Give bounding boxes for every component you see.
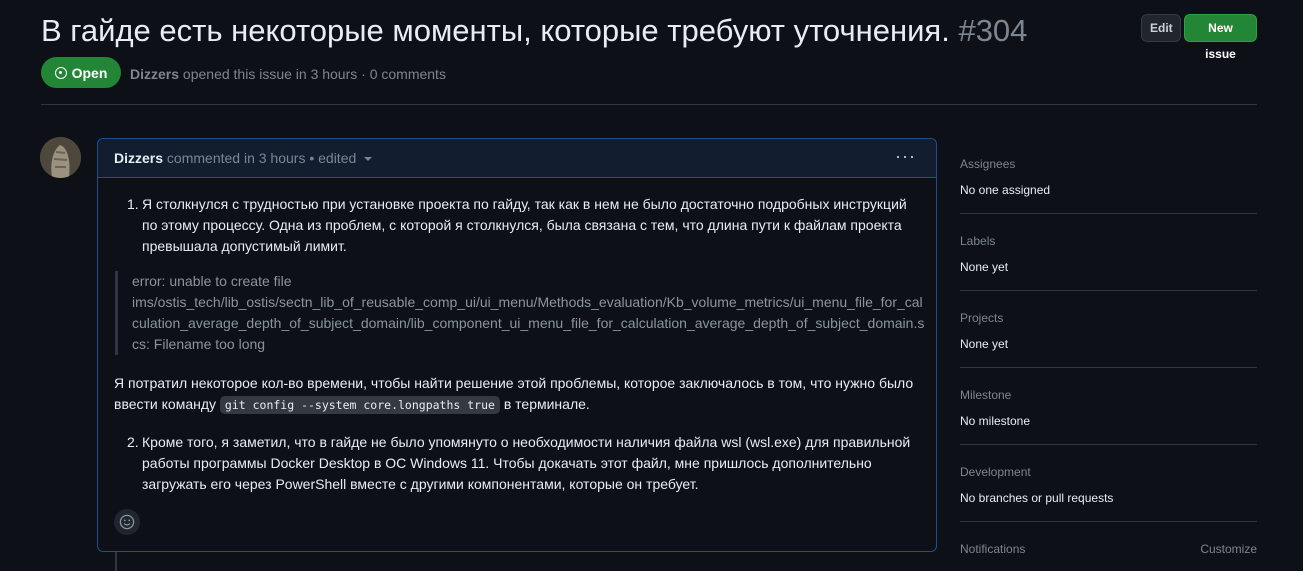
timeline-line [115, 551, 117, 571]
sidebar-assignees: Assignees No one assigned [960, 157, 1257, 214]
paragraph: Я потратил некоторое кол-во времени, что… [114, 373, 924, 416]
quote-line: cs: Filename too long [132, 336, 266, 352]
comment-box: Dizzers commented in 3 hours • edited ··… [97, 138, 937, 552]
header-divider [41, 104, 1257, 105]
comment-header: Dizzers commented in 3 hours • edited ··… [98, 139, 936, 178]
smiley-icon [119, 514, 135, 530]
divider [960, 521, 1257, 522]
quote-line: error: unable to create file [132, 273, 292, 289]
list-item-text: Я столкнулся с трудностью при установке … [142, 196, 907, 254]
list-item-text: Кроме того, я заметил, что в гайде не бы… [142, 434, 911, 492]
inline-code: git config --system core.longpaths true [219, 396, 500, 414]
quote-line: ims/ostis_tech/lib_ostis/sectn_lib_of_re… [132, 294, 923, 310]
sidebar-value-milestone: No milestone [960, 414, 1031, 428]
comment-author-link[interactable]: Dizzers [114, 150, 163, 166]
sidebar-value-labels: None yet [960, 260, 1009, 274]
divider [960, 290, 1257, 291]
status-label: Open [71, 64, 108, 81]
sidebar-heading-development[interactable]: Development [960, 465, 1257, 479]
sidebar-development: Development No branches or pull requests [960, 465, 1257, 522]
list-item-number: 2. [127, 434, 139, 450]
sidebar-notifications: Notifications Customize [960, 542, 1257, 556]
issue-title: В гайде есть некоторые моменты, которые … [41, 12, 1027, 50]
status-badge: Open [41, 57, 121, 88]
issue-meta: Dizzers opened this issue in 3 hours · 0… [130, 66, 446, 82]
sidebar-heading-labels[interactable]: Labels [960, 234, 1257, 248]
sidebar-value-development: No branches or pull requests [960, 491, 1114, 505]
divider [960, 444, 1257, 445]
edit-button[interactable]: Edit [1141, 14, 1181, 42]
issue-opened-icon [54, 66, 67, 79]
add-reaction-button[interactable] [114, 509, 140, 535]
customize-link[interactable]: Customize [1200, 542, 1257, 556]
comment-meta: commented in 3 hours • edited [166, 150, 357, 166]
sidebar-heading-milestone[interactable]: Milestone [960, 388, 1257, 402]
issue-author-link[interactable]: Dizzers [130, 66, 179, 82]
sidebar-value-projects: None yet [960, 337, 1009, 351]
chevron-down-icon[interactable] [364, 157, 373, 162]
list-item: 2. Кроме того, я заметил, что в гайде не… [127, 432, 912, 495]
paragraph-text-end: в терминале. [503, 396, 590, 412]
new-issue-button[interactable]: New issue [1184, 14, 1257, 61]
blockquote: error: unable to create file ims/ostis_t… [115, 271, 932, 355]
quote-line: culation_average_depth_of_subject_domain… [132, 315, 925, 331]
issue-title-text: В гайде есть некоторые моменты, которые … [41, 13, 950, 48]
sidebar-labels: Labels None yet [960, 234, 1257, 291]
sidebar-heading-assignees[interactable]: Assignees [960, 157, 1257, 171]
sidebar-value-assignees: No one assigned [960, 183, 1051, 197]
comment-author-line: Dizzers commented in 3 hours • edited [114, 150, 373, 166]
divider [960, 367, 1257, 368]
sidebar-heading-projects[interactable]: Projects [960, 311, 1257, 325]
sidebar-milestone: Milestone No milestone [960, 388, 1257, 445]
list-item: 1. Я столкнулся с трудностью при установ… [127, 194, 912, 257]
kebab-horizontal-icon[interactable]: ··· [895, 147, 916, 165]
issue-meta-text: opened this issue in 3 hours · 0 comment… [182, 66, 446, 82]
divider [960, 213, 1257, 214]
sidebar-projects: Projects None yet [960, 311, 1257, 368]
issue-number: #304 [958, 13, 1028, 48]
list-item-number: 1. [127, 196, 139, 212]
avatar[interactable] [40, 137, 81, 178]
